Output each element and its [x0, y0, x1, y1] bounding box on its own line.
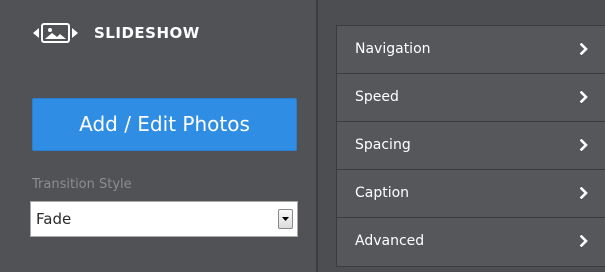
- settings-panel: SLIDESHOW Add / Edit Photos Transition S…: [0, 0, 316, 272]
- chevron-right-icon: [580, 43, 588, 55]
- chevron-right-icon: [580, 235, 588, 247]
- menu-item-navigation[interactable]: Navigation: [337, 26, 605, 74]
- add-edit-photos-button[interactable]: Add / Edit Photos: [32, 98, 297, 151]
- options-panel: Navigation Speed Spacing Caption Advance: [318, 0, 605, 272]
- chevron-right-icon: [580, 187, 588, 199]
- transition-style-select[interactable]: Fade: [30, 201, 298, 237]
- dropdown-arrow-icon[interactable]: [278, 209, 293, 229]
- settings-menu: Navigation Speed Spacing Caption Advance: [336, 25, 605, 267]
- logo-text: SLIDESHOW: [94, 24, 200, 42]
- chevron-right-icon: [580, 91, 588, 103]
- slideshow-logo-icon: [32, 22, 92, 44]
- menu-item-label: Navigation: [355, 41, 431, 57]
- menu-item-spacing[interactable]: Spacing: [337, 122, 605, 170]
- chevron-right-icon: [580, 139, 588, 151]
- slideshow-logo: SLIDESHOW: [32, 22, 200, 44]
- menu-item-label: Spacing: [355, 137, 411, 153]
- transition-style-value: Fade: [36, 210, 72, 228]
- menu-item-advanced[interactable]: Advanced: [337, 218, 605, 266]
- menu-item-speed[interactable]: Speed: [337, 74, 605, 122]
- menu-item-label: Caption: [355, 185, 410, 201]
- menu-item-label: Speed: [355, 89, 399, 105]
- menu-item-label: Advanced: [355, 233, 425, 249]
- transition-style-label: Transition Style: [32, 177, 132, 192]
- menu-item-caption[interactable]: Caption: [337, 170, 605, 218]
